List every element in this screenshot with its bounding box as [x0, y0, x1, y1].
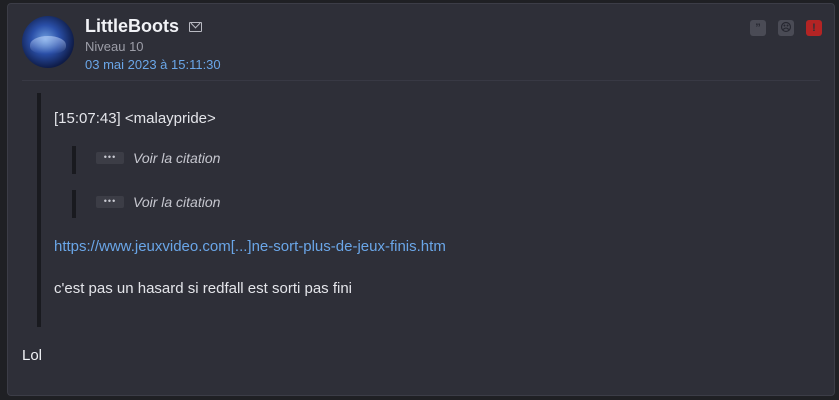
- view-citation-link[interactable]: Voir la citation: [133, 150, 220, 166]
- username[interactable]: LittleBoots: [85, 16, 179, 37]
- blacklist-icon[interactable]: ☹: [778, 20, 794, 36]
- forum-post: LittleBoots Niveau 10 03 mai 2023 à 15:1…: [7, 3, 835, 396]
- post-body: Lol: [22, 347, 43, 364]
- nested-quote-bar: [72, 146, 76, 174]
- nested-quote-bar: [72, 190, 76, 218]
- avatar[interactable]: [22, 16, 74, 68]
- quote-icon[interactable]: ”: [750, 20, 766, 36]
- report-icon[interactable]: !: [806, 20, 822, 36]
- quoted-link[interactable]: https://www.jeuxvideo.com[...]ne-sort-pl…: [54, 238, 446, 255]
- quote-bar: [37, 93, 41, 327]
- post-actions: ” ☹ !: [750, 20, 822, 36]
- expand-citation-button[interactable]: •••: [96, 196, 124, 208]
- quote-text: c'est pas un hasard si redfall est sorti…: [54, 280, 353, 297]
- quote-header: [15:07:43] <malaypride>: [54, 110, 216, 127]
- header-divider: [22, 80, 820, 81]
- expand-citation-button[interactable]: •••: [96, 152, 124, 164]
- post-date[interactable]: 03 mai 2023 à 15:11:30: [85, 57, 221, 72]
- mail-icon[interactable]: [189, 22, 202, 32]
- user-level: Niveau 10: [85, 39, 144, 54]
- view-citation-link[interactable]: Voir la citation: [133, 194, 220, 210]
